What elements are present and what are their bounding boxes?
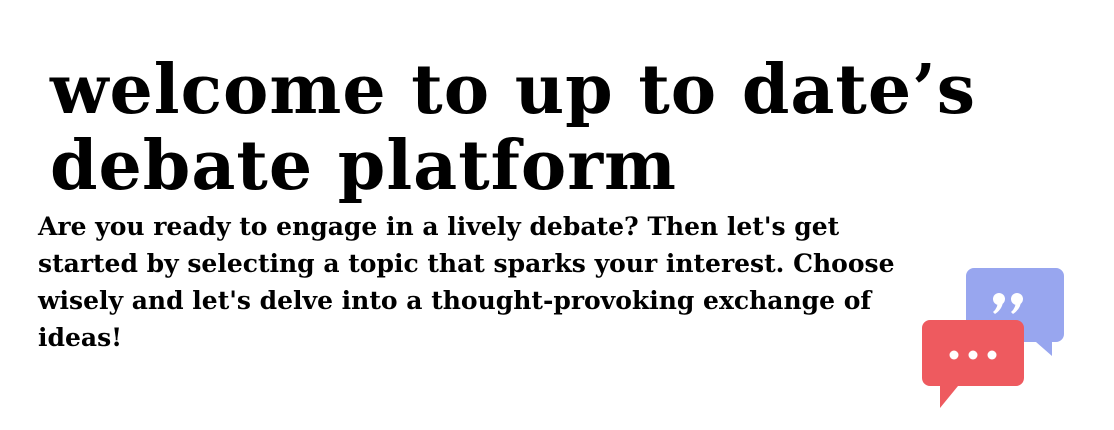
ellipsis-bubble-icon <box>922 320 1024 408</box>
chat-bubbles-svg <box>922 268 1064 408</box>
chat-bubbles-icon <box>918 262 1068 412</box>
page-title-line-2: debate platform <box>50 126 677 206</box>
intro-paragraph: Are you ready to engage in a lively deba… <box>38 212 895 352</box>
page-title-line-1: welcome to up to date’s <box>50 50 977 130</box>
page-title: welcome to up to date’s debate platform <box>50 52 976 204</box>
